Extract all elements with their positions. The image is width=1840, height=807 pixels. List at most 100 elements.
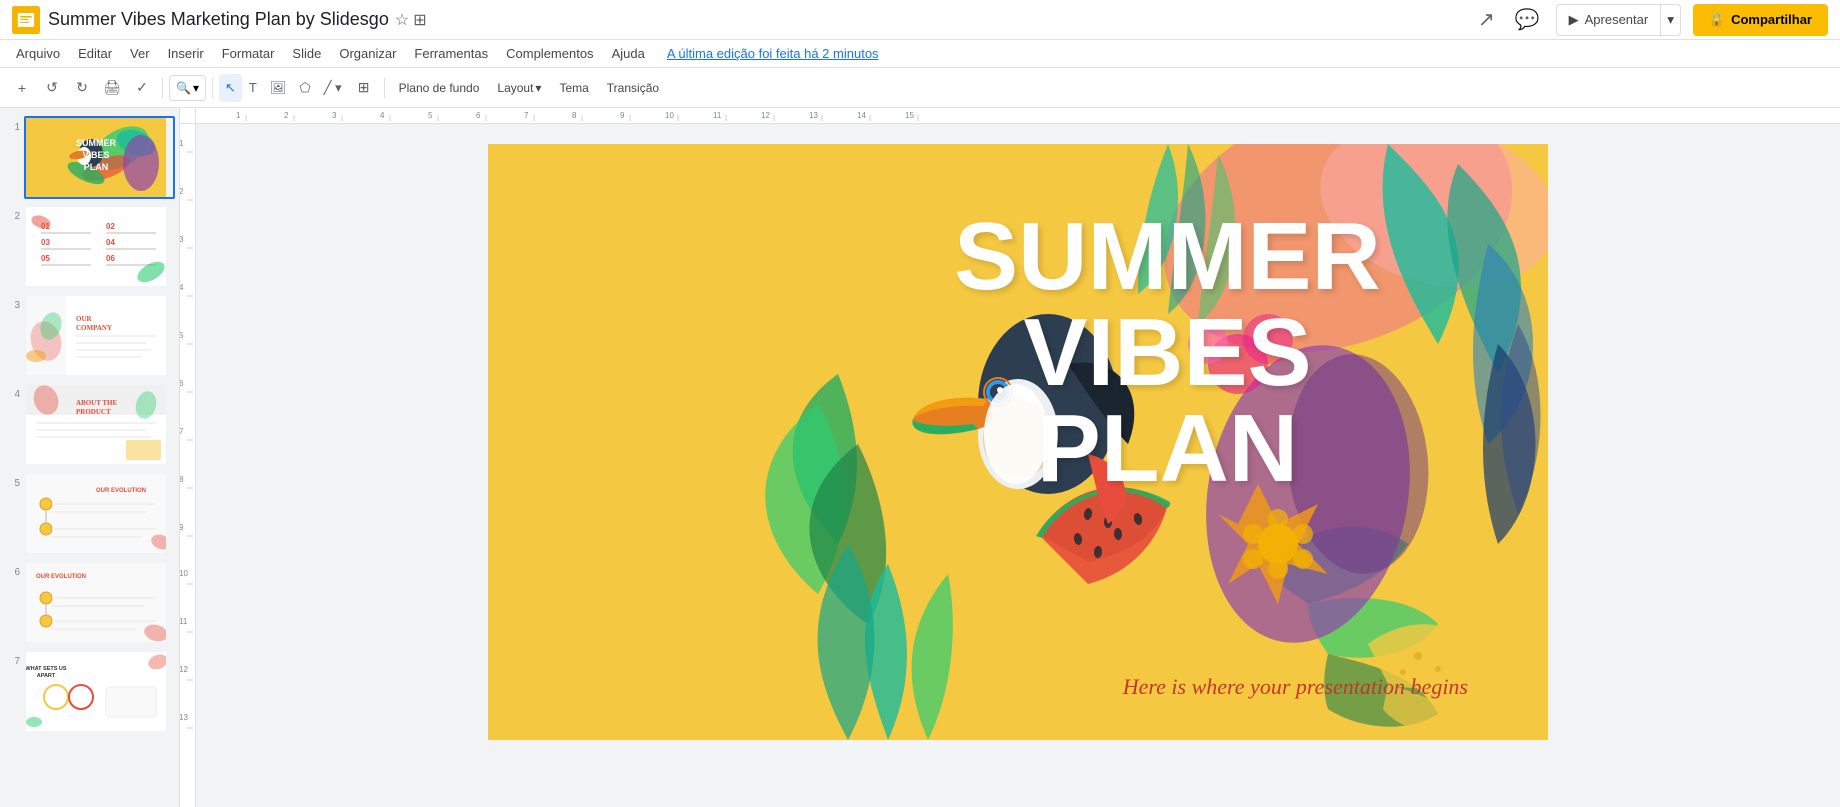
toolbar-theme-btn[interactable]: Tema — [551, 74, 596, 102]
slide-thumb-6[interactable]: OUR EVOLUTION — [24, 561, 175, 644]
slide-item-4[interactable]: 4 ABOUT THE PRODUCT — [4, 383, 175, 466]
svg-text:7: 7 — [524, 111, 529, 120]
toolbar-add-button[interactable]: + — [8, 74, 36, 102]
menu-organizar[interactable]: Organizar — [331, 42, 404, 66]
svg-text:4: 4 — [380, 111, 385, 120]
slide-num-5: 5 — [4, 478, 20, 489]
slide-num-6: 6 — [4, 567, 20, 578]
svg-text:02: 02 — [106, 222, 115, 231]
slide-canvas-area[interactable]: SUMMER VIBES PLAN Here is where your pre… — [196, 124, 1840, 807]
last-edit-info[interactable]: A última edição foi feita há 2 minutos — [667, 46, 879, 61]
toolbar-extra-tool[interactable]: ⊞ — [350, 74, 378, 102]
slide-item-6[interactable]: 6 OUR EVOLUTION — [4, 561, 175, 644]
svg-text:10: 10 — [180, 569, 188, 578]
toolbar-redo-button[interactable]: ↻ — [68, 74, 96, 102]
toolbar-zoom[interactable]: 🔍 ▾ — [169, 75, 206, 101]
svg-text:PLAN: PLAN — [84, 162, 109, 172]
svg-text:9: 9 — [620, 111, 625, 120]
svg-text:5: 5 — [428, 111, 433, 120]
toolbar-select-tool[interactable]: ↖ — [219, 74, 242, 102]
present-button[interactable]: ▶ Apresentar — [1557, 5, 1662, 35]
toolbar-undo-button[interactable]: ↺ — [38, 74, 66, 102]
menu-ferramentas[interactable]: Ferramentas — [406, 42, 496, 66]
toolbar-background-btn[interactable]: Plano de fundo — [391, 74, 488, 102]
slide-thumb-7[interactable]: WHAT SETS US APART — [24, 650, 175, 733]
menu-ajuda[interactable]: Ajuda — [604, 42, 653, 66]
toolbar-shape-tool[interactable]: ⬠ — [293, 74, 316, 102]
thumb-svg-5: OUR EVOLUTION — [26, 474, 166, 553]
ruler-horizontal: 1 2 3 4 5 6 7 8 9 10 11 12 13 14 — [196, 108, 1840, 124]
present-dropdown: ▶ Apresentar ▾ — [1556, 4, 1681, 36]
toolbar-layout-btn[interactable]: Layout ▾ — [489, 74, 549, 102]
toolbar-transition-btn[interactable]: Transição — [599, 74, 667, 102]
slide-main[interactable]: SUMMER VIBES PLAN Here is where your pre… — [488, 144, 1548, 740]
slide-item-1[interactable]: 1 SUM — [4, 116, 175, 199]
menu-ver[interactable]: Ver — [122, 42, 158, 66]
top-bar: Summer Vibes Marketing Plan by Slidesgo … — [0, 0, 1840, 40]
toolbar-sep-1 — [162, 78, 163, 98]
toolbar-spellcheck-button[interactable]: ✓ — [128, 74, 156, 102]
svg-text:8: 8 — [180, 475, 184, 484]
star-icon[interactable]: ☆ — [395, 10, 409, 30]
toolbar-line-tool[interactable]: ╱ ▾ — [318, 74, 348, 102]
zoom-icon: 🔍 — [176, 81, 191, 95]
slide-num-2: 2 — [4, 211, 20, 222]
menu-slide[interactable]: Slide — [284, 42, 329, 66]
svg-text:6: 6 — [180, 379, 184, 388]
thumb-svg-7: WHAT SETS US APART — [26, 652, 166, 731]
thumb-svg-3: OUR COMPANY — [26, 296, 166, 375]
svg-text:11: 11 — [713, 111, 722, 120]
svg-text:2: 2 — [284, 111, 289, 120]
toolbar-sep-2 — [212, 78, 213, 98]
comments-button[interactable]: 💬 — [1511, 3, 1544, 36]
slide-container: SUMMER VIBES PLAN Here is where your pre… — [488, 144, 1548, 740]
svg-text:04: 04 — [106, 238, 115, 247]
svg-text:13: 13 — [809, 111, 818, 120]
svg-text:OUR EVOLUTION: OUR EVOLUTION — [36, 574, 86, 580]
menu-editar[interactable]: Editar — [70, 42, 120, 66]
slide-item-2[interactable]: 2 01 02 03 04 05 06 — [4, 205, 175, 288]
grid-icon[interactable]: ⊞ — [413, 10, 426, 30]
lock-icon: 🔒 — [1709, 12, 1725, 28]
slide-thumb-2[interactable]: 01 02 03 04 05 06 — [24, 205, 175, 288]
slide-title-line1: SUMMER — [954, 209, 1381, 305]
svg-text:OUR EVOLUTION: OUR EVOLUTION — [96, 488, 146, 494]
toolbar-print-button[interactable]: 🖨 — [98, 74, 126, 102]
menu-inserir[interactable]: Inserir — [160, 42, 212, 66]
svg-text:2: 2 — [180, 187, 184, 196]
svg-text:APART: APART — [37, 673, 56, 679]
toolbar-image-tool[interactable]: 🖼 — [264, 74, 293, 102]
slide-thumb-4[interactable]: ABOUT THE PRODUCT — [24, 383, 175, 466]
svg-text:1: 1 — [236, 111, 241, 120]
svg-text:4: 4 — [180, 283, 184, 292]
toolbar: + ↺ ↻ 🖨 ✓ 🔍 ▾ ↖ T 🖼 ⬠ ╱ ▾ ⊞ Plano de fun… — [0, 68, 1840, 108]
slide-title: SUMMER VIBES PLAN — [954, 209, 1381, 497]
svg-text:05: 05 — [41, 254, 50, 263]
slide-thumb-3[interactable]: OUR COMPANY — [24, 294, 175, 377]
menu-arquivo[interactable]: Arquivo — [8, 42, 68, 66]
slide-thumb-1[interactable]: SUMMER VIBES PLAN — [24, 116, 175, 199]
svg-text:12: 12 — [761, 111, 770, 120]
slide-item-3[interactable]: 3 OUR COMPANY — [4, 294, 175, 377]
menu-formatar[interactable]: Formatar — [214, 42, 283, 66]
analytics-button[interactable]: ↗ — [1474, 3, 1499, 36]
slide-num-1: 1 — [4, 122, 20, 133]
slide-title-line2: VIBES — [954, 305, 1381, 401]
menu-complementos[interactable]: Complementos — [498, 42, 601, 66]
present-label: Apresentar — [1585, 12, 1649, 27]
toolbar-textbox-tool[interactable]: T — [243, 74, 263, 102]
share-button[interactable]: 🔒 Compartilhar — [1693, 4, 1828, 36]
present-dropdown-arrow[interactable]: ▾ — [1661, 5, 1680, 35]
ruler-and-canvas: 1 2 3 4 5 6 7 8 9 10 11 12 13 — [180, 124, 1840, 807]
slide-thumb-5[interactable]: OUR EVOLUTION — [24, 472, 175, 555]
layout-arrow: ▾ — [535, 81, 541, 95]
slide-item-7[interactable]: 7 WHAT SETS US APART — [4, 650, 175, 733]
svg-text:11: 11 — [180, 617, 188, 626]
slide-item-5[interactable]: 5 OUR EVOLUTION — [4, 472, 175, 555]
slide-num-3: 3 — [4, 300, 20, 311]
top-right-actions: ↗ 💬 ▶ Apresentar ▾ 🔒 Compartilhar — [1474, 3, 1828, 36]
menu-bar: Arquivo Editar Ver Inserir Formatar Slid… — [0, 40, 1840, 68]
thumb-svg-6: OUR EVOLUTION — [26, 563, 166, 642]
svg-text:3: 3 — [332, 111, 337, 120]
svg-text:7: 7 — [180, 427, 184, 436]
